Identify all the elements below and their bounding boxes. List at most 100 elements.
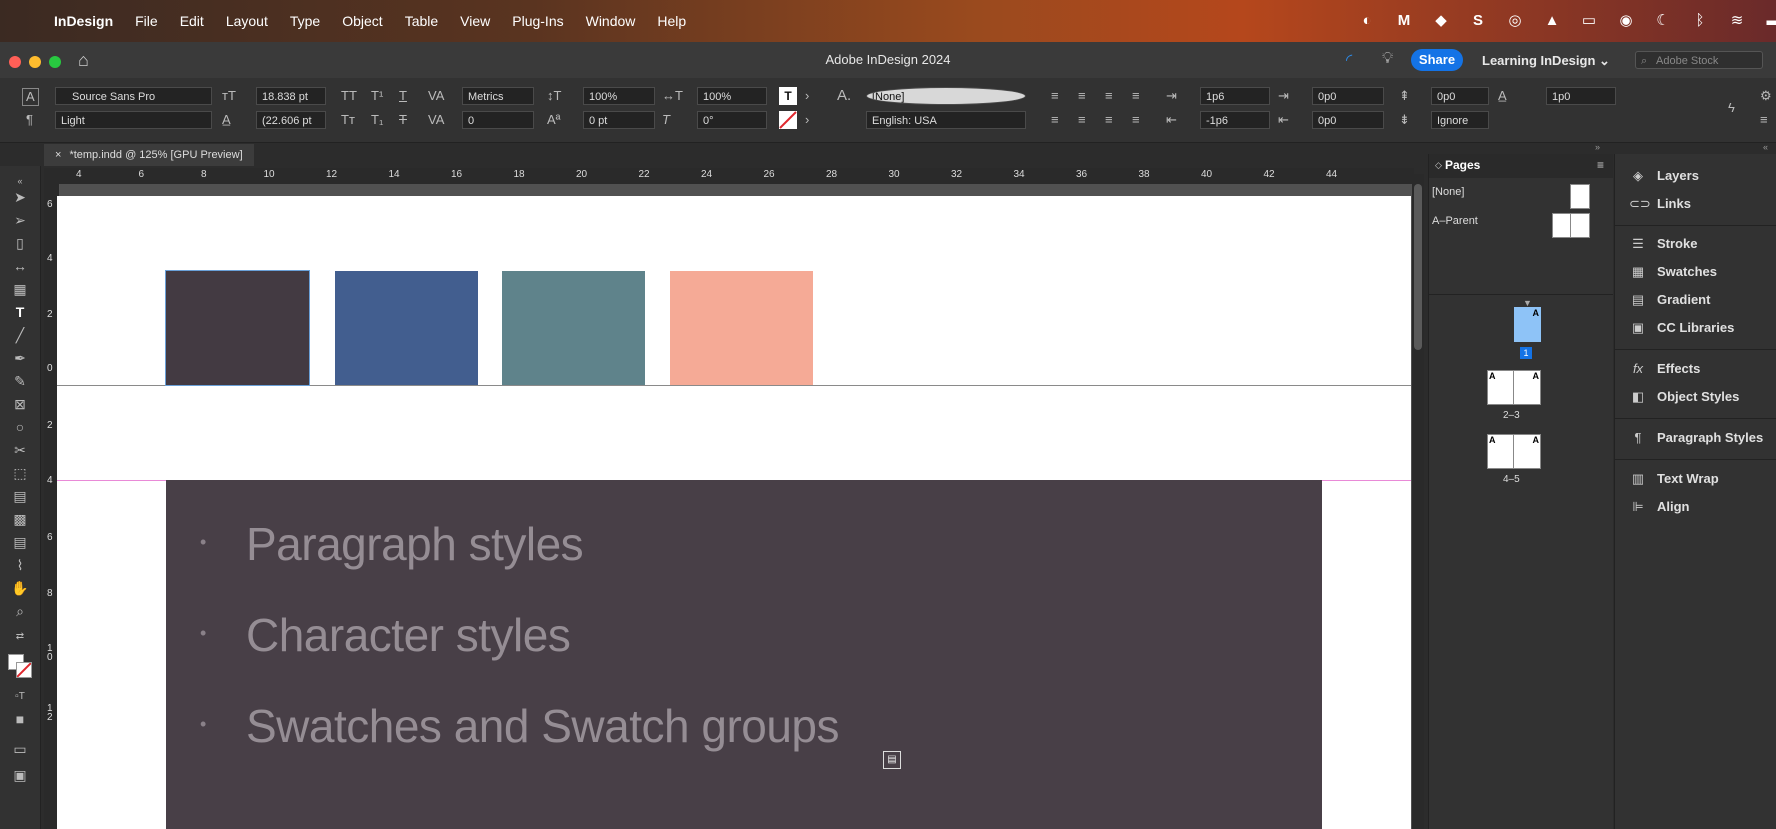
a-parent-label[interactable]: A–Parent	[1432, 215, 1478, 227]
kerning-field[interactable]: Metrics	[462, 87, 534, 105]
justify-center-icon[interactable]: ≡	[1078, 112, 1086, 128]
align-towards-spine-icon[interactable]: ≡	[1132, 88, 1140, 104]
font-family-field[interactable]: Source Sans Pro	[55, 87, 212, 105]
menu-object[interactable]: Object	[342, 13, 382, 29]
horizontal-ruler[interactable]: 4 6 8 10 12 14 16 18 20 22 24 26 28 30 32 34 36 38 40 42 44	[44, 168, 1414, 185]
character-style-field[interactable]: [None]	[866, 87, 1026, 105]
panel-swatches[interactable]: ▦ Swatches	[1629, 262, 1717, 282]
content-collector-icon[interactable]: ▦	[10, 280, 30, 298]
scrollbar-thumb[interactable]	[1414, 184, 1422, 350]
free-transform-tool-icon[interactable]: ⬚	[10, 464, 30, 482]
strikethrough-icon[interactable]: T	[399, 112, 407, 128]
page-1-label[interactable]: 1	[1520, 347, 1532, 359]
apply-color-icon[interactable]: ■	[10, 710, 30, 728]
baseline-shift-field[interactable]: 0 pt	[583, 111, 655, 129]
superscript-icon[interactable]: T¹	[371, 88, 383, 104]
document-tab[interactable]: × *temp.indd @ 125% [GPU Preview]	[44, 144, 254, 166]
panel-menu-icon[interactable]: ≡	[1597, 158, 1604, 172]
adobe-stock-search[interactable]: ⌕ Adobe Stock	[1635, 51, 1763, 69]
dropbox-icon[interactable]: ◆	[1431, 11, 1451, 31]
list-item[interactable]: Swatches and Swatch groups	[246, 699, 840, 753]
page-2-thumb[interactable]: A	[1487, 370, 1515, 405]
grid-align-field[interactable]: Ignore	[1431, 111, 1489, 129]
justify-all-icon[interactable]: ≡	[1132, 112, 1140, 128]
panel-paragraph-styles[interactable]: ¶ Paragraph Styles	[1629, 428, 1764, 448]
character-mode-icon[interactable]: A	[22, 88, 39, 106]
m-app-icon[interactable]: M	[1394, 11, 1414, 31]
panel-stroke[interactable]: ☰ Stroke	[1629, 234, 1697, 254]
menu-type[interactable]: Type	[290, 13, 320, 29]
menu-app-name[interactable]: InDesign	[54, 13, 113, 29]
display-icon[interactable]: ▭	[1579, 11, 1599, 31]
horizontal-scale-field[interactable]: 100%	[697, 87, 767, 105]
font-style-field[interactable]: Light	[55, 111, 212, 129]
justify-right-icon[interactable]: ≡	[1105, 112, 1113, 128]
panel-menu-icon[interactable]: ≡	[1760, 112, 1768, 128]
leading-field[interactable]: (22.606 pt	[256, 111, 326, 129]
none-parent-label[interactable]: [None]	[1432, 186, 1464, 198]
align-center-icon[interactable]: ≡	[1078, 88, 1086, 104]
rectangle-frame-tool-icon[interactable]: ⊠	[10, 395, 30, 413]
screen-mode-icon[interactable]: ▭	[10, 740, 30, 758]
collapse-panel-icon[interactable]: »	[1595, 142, 1600, 152]
language-field[interactable]: English: USA	[866, 111, 1026, 129]
view-mode-icon[interactable]: ▣	[10, 766, 30, 784]
wifi-icon[interactable]: ≋	[1727, 11, 1747, 31]
panel-text-wrap[interactable]: ▥ Text Wrap	[1629, 469, 1719, 489]
lightbulb-icon[interactable]: 💡︎	[1382, 50, 1393, 68]
workspace-switcher[interactable]: Learning InDesign ⌄	[1482, 53, 1610, 69]
text-fill-icon[interactable]: T	[779, 87, 797, 105]
drop-cap-field[interactable]: 1p0	[1546, 87, 1616, 105]
share-button[interactable]: Share	[1411, 49, 1463, 71]
gradient-feather-tool-icon[interactable]: ▩	[10, 510, 30, 528]
list-item[interactable]: Paragraph styles	[246, 517, 584, 571]
airdrop-icon[interactable]: ◉	[1616, 11, 1636, 31]
none-parent-thumb[interactable]	[1570, 184, 1590, 209]
last-line-indent-field[interactable]: 0p0	[1312, 111, 1384, 129]
right-indent-field[interactable]: 0p0	[1312, 87, 1384, 105]
formatting-affects-text-icon[interactable]: ▫T	[10, 688, 30, 706]
s-app-icon[interactable]: S	[1468, 11, 1488, 31]
panel-object-styles[interactable]: ◧ Object Styles	[1629, 387, 1740, 407]
underline-icon[interactable]: T	[399, 88, 407, 104]
align-right-icon[interactable]: ≡	[1105, 88, 1113, 104]
pen-tool-icon[interactable]: ✒	[10, 349, 30, 367]
subscript-icon[interactable]: T₁	[371, 112, 383, 128]
chevron-right-icon[interactable]: ›	[805, 112, 809, 128]
chevron-right-icon[interactable]: ›	[805, 88, 809, 104]
panel-align[interactable]: ⊫ Align	[1629, 497, 1689, 517]
menu-view[interactable]: View	[460, 13, 490, 29]
scissors-tool-icon[interactable]: ✂	[10, 441, 30, 459]
justify-left-icon[interactable]: ≡	[1051, 112, 1059, 128]
panel-effects[interactable]: fx Effects	[1629, 359, 1700, 379]
page-tool-icon[interactable]: ▯	[10, 234, 30, 252]
a-parent-right-thumb[interactable]	[1570, 213, 1590, 238]
spread-2-3-label[interactable]: 2–3	[1503, 410, 1520, 421]
first-line-indent-field[interactable]: -1p6	[1200, 111, 1270, 129]
zoom-tool-icon[interactable]: ⌕	[10, 602, 30, 620]
swap-fill-stroke-icon[interactable]: ⇄	[10, 628, 30, 646]
eyedropper-tool-icon[interactable]: ⌇	[10, 556, 30, 574]
stroke-swatch[interactable]	[16, 662, 32, 678]
close-tab-icon[interactable]: ×	[55, 149, 61, 161]
page-1-thumb[interactable]: A	[1514, 307, 1541, 342]
text-stroke-none-icon[interactable]	[779, 111, 797, 129]
align-left-icon[interactable]: ≡	[1051, 88, 1059, 104]
type-tool-icon[interactable]: T	[10, 303, 30, 321]
menu-help[interactable]: Help	[657, 13, 686, 29]
drive-icon[interactable]: ▲	[1542, 11, 1562, 31]
lightning-icon[interactable]: ϟ	[1728, 100, 1735, 116]
tracking-field[interactable]: 0	[462, 111, 534, 129]
vertical-scrollbar[interactable]	[1412, 174, 1424, 829]
hand-tool-icon[interactable]: ✋	[10, 579, 30, 597]
panel-layers[interactable]: ◈ Layers	[1629, 166, 1699, 186]
panel-gradient[interactable]: ▤ Gradient	[1629, 290, 1711, 310]
menu-table[interactable]: Table	[405, 13, 438, 29]
font-size-field[interactable]: 18.838 pt	[256, 87, 326, 105]
note-tool-icon[interactable]: ▤	[10, 533, 30, 551]
gear-icon[interactable]: ⚙	[1760, 88, 1772, 104]
list-item[interactable]: Character styles	[246, 608, 571, 662]
selection-tool-icon[interactable]: ➤	[10, 188, 30, 206]
pages-panel-title[interactable]: Pages	[1445, 158, 1480, 172]
swatch-rect-3[interactable]	[502, 271, 645, 385]
